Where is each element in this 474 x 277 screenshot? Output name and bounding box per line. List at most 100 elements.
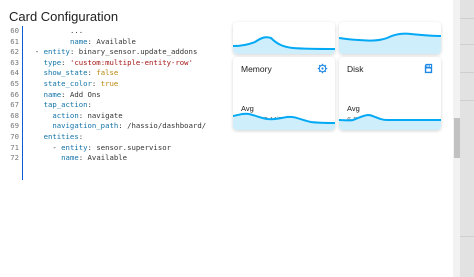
memory-card-title: Memory xyxy=(241,64,272,74)
yaml-token: : xyxy=(87,36,97,46)
yaml-key: entities xyxy=(43,132,79,141)
line-number: 71 xyxy=(10,142,19,152)
code-text: action: navigate xyxy=(26,110,123,121)
code-line[interactable]: 66 name: Add Ons xyxy=(0,90,223,100)
top-left-sparkline xyxy=(233,36,335,54)
yaml-token: Available xyxy=(87,153,128,163)
disk-card-title: Disk xyxy=(347,64,364,74)
line-number: 65 xyxy=(10,79,19,88)
line-number: 69 xyxy=(10,121,19,131)
code-text: tap_action: xyxy=(26,100,92,110)
code-text: navigation_path: /hassio/dashboard/ xyxy=(26,121,206,131)
yaml-token: binary_sensor.update_addons xyxy=(78,47,198,57)
code-line[interactable]: 60 ... xyxy=(0,26,223,36)
background-divider xyxy=(460,72,474,73)
yaml-key: name xyxy=(69,36,88,46)
code-text: entities: xyxy=(26,132,84,142)
yaml-token: : xyxy=(118,121,128,131)
yaml-key: entity xyxy=(43,47,70,57)
yaml-key: entity xyxy=(61,142,88,152)
code-text: - entity: sensor.supervisor xyxy=(26,143,171,153)
yaml-token xyxy=(26,79,44,88)
line-number: 68 xyxy=(10,110,19,120)
code-line[interactable]: 72 name: Available xyxy=(0,153,223,163)
yaml-token xyxy=(26,153,61,162)
disk-card[interactable]: Disk Avg 6.52 GiB xyxy=(339,57,441,130)
yaml-token xyxy=(26,132,44,141)
yaml-token: navigate xyxy=(87,110,123,120)
code-line[interactable]: 61 name: Available xyxy=(0,37,223,47)
yaml-key: navigation_path xyxy=(52,121,119,131)
line-number: 62 xyxy=(10,47,19,57)
yaml-token xyxy=(26,121,52,130)
sd-card-icon xyxy=(424,63,433,74)
code-text: name: Available xyxy=(26,153,127,163)
yaml-token: : xyxy=(78,110,88,120)
code-line[interactable]: 69 navigation_path: /hassio/dashboard/ xyxy=(0,121,223,131)
top-right-sparkline xyxy=(339,32,441,54)
yaml-token xyxy=(26,58,44,67)
line-number: 66 xyxy=(10,89,19,99)
code-line[interactable]: 65 state_color: true xyxy=(0,79,223,89)
yaml-token: : xyxy=(87,68,97,78)
yaml-token xyxy=(26,90,44,99)
line-number: 63 xyxy=(10,57,19,67)
yaml-key: state_color xyxy=(43,79,92,88)
disk-sparkline xyxy=(339,113,441,130)
line-number: 60 xyxy=(10,26,19,35)
yaml-token: /hassio/dashboard/ xyxy=(127,121,207,131)
line-number: 70 xyxy=(10,132,19,141)
yaml-token xyxy=(26,111,52,120)
yaml-token: 'custom:multiple-entity-row' xyxy=(69,57,193,67)
yaml-token xyxy=(26,26,70,35)
yaml-token: true xyxy=(100,79,119,88)
memory-card[interactable]: Memory Avg 1295.05 MiB xyxy=(233,57,335,130)
yaml-token: : xyxy=(78,132,84,141)
line-number: 61 xyxy=(10,36,19,46)
top-left-card-partial[interactable] xyxy=(233,22,335,54)
code-line[interactable]: 71 - entity: sensor.supervisor xyxy=(0,143,223,153)
yaml-token: false xyxy=(96,68,119,78)
yaml-token: - xyxy=(26,47,44,57)
code-line[interactable]: 64 show_state: false xyxy=(0,68,223,78)
memory-chip-icon xyxy=(317,63,328,74)
line-number: 64 xyxy=(10,68,19,78)
yaml-token: ... xyxy=(69,26,84,35)
yaml-token: : xyxy=(87,142,97,152)
card-configuration-dialog: Card Configuration 60 ... 61 name: Availa… xyxy=(0,0,460,277)
code-line[interactable]: 63 type: 'custom:multiple-entity-row' xyxy=(0,58,223,68)
yaml-token: Available xyxy=(96,36,136,46)
yaml-code-editor[interactable]: 60 ... 61 name: Available 62 - entity: bin… xyxy=(0,26,223,277)
yaml-token xyxy=(26,100,44,109)
background-divider xyxy=(460,100,474,101)
yaml-key: name xyxy=(61,153,79,163)
yaml-token: : xyxy=(69,47,79,57)
code-text: show_state: false xyxy=(26,68,119,78)
yaml-token: Add Ons xyxy=(69,89,101,99)
background-divider xyxy=(460,44,474,45)
yaml-key: name xyxy=(43,89,62,99)
yaml-key: type xyxy=(43,57,62,67)
yaml-token: : xyxy=(78,153,88,163)
code-text: ... xyxy=(26,26,83,36)
code-line[interactable]: 62 - entity: binary_sensor.update_addons xyxy=(0,47,223,57)
code-line[interactable]: 68 action: navigate xyxy=(0,111,223,121)
yaml-token xyxy=(26,68,44,77)
top-right-card-partial[interactable] xyxy=(339,22,441,54)
code-line[interactable]: 67 tap_action: xyxy=(0,100,223,110)
yaml-token: - xyxy=(26,142,62,152)
code-line[interactable]: 70 entities: xyxy=(0,132,223,142)
dialog-title: Card Configuration xyxy=(9,9,119,24)
yaml-token: : xyxy=(91,79,101,88)
yaml-token: sensor.supervisor xyxy=(96,142,171,152)
background-divider xyxy=(460,236,474,237)
code-text: - entity: binary_sensor.update_addons xyxy=(26,47,198,57)
yaml-key: tap_action xyxy=(43,100,88,110)
yaml-token: : xyxy=(61,89,70,99)
code-text: type: 'custom:multiple-entity-row' xyxy=(26,58,193,68)
code-text: state_color: true xyxy=(26,79,119,89)
yaml-token: : xyxy=(87,100,92,110)
yaml-token: : xyxy=(61,57,70,67)
background-divider xyxy=(460,18,474,19)
line-number: 67 xyxy=(10,100,19,110)
